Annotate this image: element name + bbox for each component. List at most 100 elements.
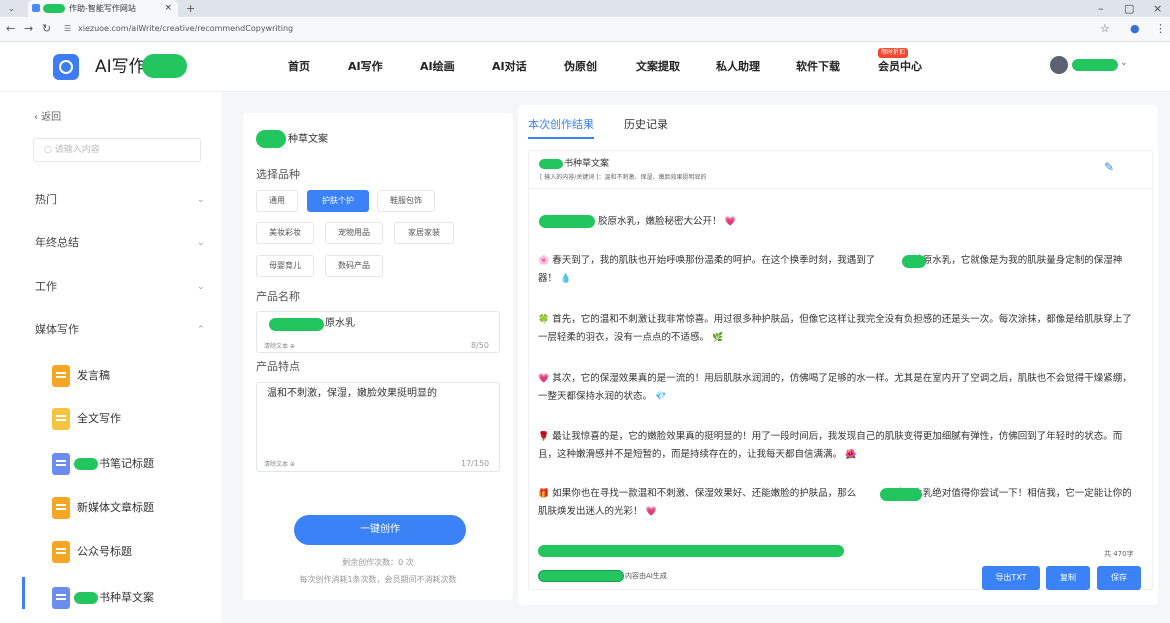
nav-ai-draw[interactable]: AI绘画 bbox=[420, 60, 455, 74]
tab-close-icon[interactable]: × bbox=[164, 0, 172, 17]
bookmark-star-icon[interactable]: ☆ bbox=[1100, 22, 1110, 36]
tool-label: 公众号标题 bbox=[77, 545, 132, 558]
logo-icon[interactable] bbox=[53, 54, 79, 80]
chip-pets[interactable]: 宠物用品 bbox=[325, 222, 383, 244]
result-paragraph: 🌸 春天到了，我的肌肤也开始呼唤那份温柔的呵护。在这个换季时刻，我遇到了 胶原水… bbox=[538, 252, 1138, 288]
edit-icon[interactable]: ✎ bbox=[1104, 160, 1114, 174]
address-bar: ← → ↻ ☰ xiezuoe.com/aiWrite/creative/rec… bbox=[0, 17, 1170, 42]
nav-vip-center[interactable]: 会员中心 bbox=[878, 60, 922, 74]
nav-ai-write[interactable]: AI写作 bbox=[348, 60, 383, 74]
redaction-blob bbox=[74, 458, 98, 470]
result-paragraph: 🎁 如果你也在寻找一款温和不刺激、保湿效果好、还能嫩脸的护肤品，那么 胶原水乳绝… bbox=[538, 485, 1138, 521]
gift-icon: 🎁 bbox=[538, 489, 550, 499]
paragraph-text: 其次，它的保湿效果真的是一流的！用后肌肤水润润的，仿佛喝了足够的水一样。尤其是在… bbox=[538, 373, 1132, 402]
chip-makeup[interactable]: 美妆彩妆 bbox=[256, 222, 314, 244]
back-arrow-icon[interactable]: ← bbox=[6, 22, 15, 36]
tab-current-result[interactable]: 本次创作结果 bbox=[528, 118, 594, 132]
sidebar-category-work[interactable]: 工作 bbox=[35, 280, 57, 294]
chip-skincare[interactable]: 护肤个护 bbox=[307, 190, 369, 212]
tab-history[interactable]: 历史记录 bbox=[624, 118, 668, 132]
category-label: 选择品种 bbox=[256, 168, 300, 181]
clover-icon: 🍀 bbox=[538, 315, 550, 325]
new-tab-icon[interactable]: + bbox=[186, 0, 195, 17]
profile-icon[interactable]: ● bbox=[1130, 22, 1140, 36]
browser-tab[interactable]: 作助-智能写作网站 × bbox=[28, 0, 178, 17]
nav-rewrite[interactable]: 伪原创 bbox=[564, 60, 597, 74]
product-name-label: 产品名称 bbox=[256, 290, 300, 303]
search-icon: ○ bbox=[44, 145, 55, 155]
result-paragraph: 🍀 首先，它的温和不刺激让我非常惊喜。用过很多种护肤品，但像它这样让我完全没有负… bbox=[538, 311, 1138, 347]
tool-label: 书种草文案 bbox=[99, 591, 154, 604]
document-icon bbox=[52, 497, 70, 519]
tool-label: 书笔记标题 bbox=[99, 457, 154, 470]
nav-extract[interactable]: 文案提取 bbox=[636, 60, 680, 74]
sidebar-category-media[interactable]: 媒体写作 bbox=[35, 323, 79, 337]
logo-text[interactable]: AI写作 bbox=[95, 56, 146, 78]
document-icon bbox=[52, 587, 70, 609]
tab-menu-icon[interactable]: ⌄ bbox=[8, 0, 15, 17]
chip-home[interactable]: 家居家装 bbox=[394, 222, 454, 244]
chip-apparel[interactable]: 鞋服包饰 bbox=[377, 190, 435, 212]
remaining-count: 剩余创作次数：0 次 bbox=[342, 558, 414, 567]
document-icon bbox=[52, 453, 70, 475]
chevron-down-icon[interactable]: ⌄ bbox=[197, 236, 205, 250]
redaction-blob bbox=[269, 318, 324, 331]
search-input[interactable]: ○ 请输入内容 bbox=[33, 138, 201, 162]
result-paragraph: 💗 其次，它的保湿效果真的是一流的！用后肌肤水润润的，仿佛喝了足够的水一样。尤其… bbox=[538, 370, 1138, 406]
browser-menu-icon[interactable]: ⋮ bbox=[1155, 22, 1166, 36]
redaction-blob bbox=[902, 255, 926, 268]
active-indicator bbox=[22, 577, 25, 609]
browser-tab-bar: ⌄ 作助-智能写作网站 × + – ▢ × bbox=[0, 0, 1170, 17]
chip-baby[interactable]: 母婴育儿 bbox=[256, 255, 314, 277]
clear-text-button[interactable]: 清除文本 ⊕ bbox=[264, 461, 295, 469]
redaction-blob bbox=[43, 4, 65, 13]
paragraph-text: 最让我惊喜的是，它的嫩脸效果真的挺明显的！用了一段时间后，我发现自己的肌肤变得更… bbox=[538, 431, 1123, 460]
nav-download[interactable]: 软件下载 bbox=[796, 60, 840, 74]
paragraph-text: 如果你也在寻找一款温和不刺激、保湿效果好、还能嫩脸的护肤品，那么 胶原水乳绝对值… bbox=[538, 488, 1132, 517]
nav-assistant[interactable]: 私人助理 bbox=[716, 60, 760, 74]
window-close-icon[interactable]: × bbox=[1153, 0, 1162, 17]
nav-ai-chat[interactable]: AI对话 bbox=[492, 60, 527, 74]
chevron-up-icon[interactable]: ⌃ bbox=[197, 323, 205, 337]
site-settings-icon[interactable]: ☰ bbox=[64, 22, 71, 36]
rose-icon: 🌹 bbox=[538, 432, 550, 442]
minimize-icon[interactable]: – bbox=[1098, 0, 1104, 17]
heart-icon: 💗 bbox=[724, 217, 736, 227]
sidebar-category-annual[interactable]: 年终总结 bbox=[35, 236, 79, 250]
redaction-blob bbox=[538, 570, 624, 582]
avatar[interactable] bbox=[1050, 56, 1068, 74]
search-placeholder: 请输入内容 bbox=[54, 145, 100, 155]
maximize-icon[interactable]: ▢ bbox=[1124, 0, 1134, 17]
product-name-value: 原水乳 bbox=[325, 318, 355, 329]
copy-button[interactable]: 复制 bbox=[1046, 566, 1090, 590]
redaction-blob bbox=[74, 592, 98, 604]
hibiscus-icon: 🌺 bbox=[845, 450, 857, 460]
tool-label: 发言稿 bbox=[77, 369, 110, 382]
reload-icon[interactable]: ↻ bbox=[42, 22, 51, 36]
paragraph-text: 胶原水乳，嫩脸秘密大公开！ bbox=[598, 216, 722, 227]
url-text[interactable]: xiezuoe.com/aiWrite/creative/recommendCo… bbox=[78, 22, 293, 36]
redaction-blob bbox=[1072, 59, 1118, 71]
favicon-icon bbox=[32, 4, 40, 12]
clear-text-button[interactable]: 清除文本 ⊕ bbox=[264, 343, 295, 351]
sidebar-category-hot[interactable]: 热门 bbox=[35, 193, 57, 207]
heart-icon: 💗 bbox=[645, 507, 657, 517]
chevron-down-icon[interactable]: ⌄ bbox=[197, 193, 205, 207]
flower-icon: 🌸 bbox=[538, 256, 550, 266]
chip-digital[interactable]: 数码产品 bbox=[325, 255, 383, 277]
redaction-blob bbox=[880, 488, 922, 501]
save-button[interactable]: 保存 bbox=[1097, 566, 1141, 590]
create-button[interactable]: 一键创作 bbox=[294, 515, 466, 545]
chevron-down-icon[interactable]: ⌄ bbox=[197, 280, 205, 294]
divider bbox=[528, 188, 1153, 189]
forward-arrow-icon[interactable]: → bbox=[24, 22, 33, 36]
back-link[interactable]: ‹ 返回 bbox=[34, 108, 61, 123]
leaf-icon: 🌿 bbox=[712, 333, 724, 343]
chip-general[interactable]: 通用 bbox=[256, 190, 298, 212]
export-txt-button[interactable]: 导出TXT bbox=[982, 566, 1040, 590]
nav-home[interactable]: 首页 bbox=[288, 60, 310, 74]
document-icon bbox=[52, 408, 70, 430]
chevron-down-icon[interactable]: ⌄ bbox=[1120, 58, 1128, 68]
site-header: AI写作 首页 AI写作 AI绘画 AI对话 伪原创 文案提取 私人助理 软件下… bbox=[0, 42, 1170, 92]
redaction-blob bbox=[538, 545, 844, 557]
